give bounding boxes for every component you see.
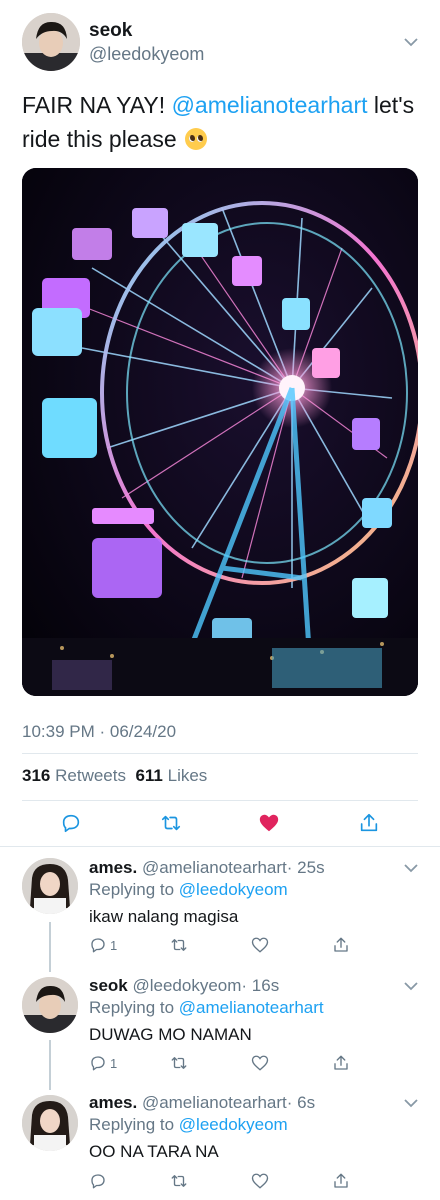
heart-icon [251,1055,269,1071]
tweet-text: FAIR NA YAY! @amelianotearhart let's rid… [22,88,422,156]
chevron-down-icon[interactable] [403,862,419,874]
reply-avatar-photo [22,1095,78,1151]
tweet-mention-link[interactable]: @amelianotearhart [172,92,368,118]
retweet-icon [171,1175,187,1187]
replying-to-mention[interactable]: @leedokyeom [179,1115,288,1134]
share-button[interactable] [332,1053,356,1073]
reply-author-handle: @amelianotearhart [141,858,287,877]
retweets-label: Retweets [55,766,126,785]
heart-icon [251,1173,269,1189]
retweet-button[interactable] [158,810,184,836]
tweet-timestamp[interactable]: 10:39 PM · 06/24/20 [22,722,176,742]
chevron-down-icon[interactable] [403,980,419,992]
divider [22,800,418,801]
replying-to-label: Replying to [89,880,175,899]
reply-text: OO NA TARA NA [89,1142,219,1161]
retweet-icon [171,939,187,951]
divider [0,846,440,847]
retweet-button[interactable] [170,935,194,955]
reply-author-name: ames. [89,1093,138,1112]
reply-author-name: ames. [89,858,138,877]
heart-icon [251,937,269,953]
pleading-face-emoji [185,128,208,150]
share-button[interactable] [332,935,356,955]
reply-button[interactable] [58,810,84,836]
reply-button[interactable]: 1 [89,1053,129,1073]
reply-text: DUWAG MO NAMAN [89,1025,252,1044]
reply-icon [91,938,105,953]
ferris-wheel-image [22,168,418,696]
like-button[interactable] [251,1053,275,1073]
likes-stat[interactable]: 611 Likes [135,766,207,785]
share-icon [334,937,348,952]
replying-to: Replying to @leedokyeom [89,880,288,900]
reply-time: · 6s [286,1093,316,1112]
share-icon [360,813,378,832]
retweet-button[interactable] [170,1171,194,1191]
heart-filled-icon [259,814,279,832]
chevron-down-icon[interactable] [403,1097,419,1109]
reply-author-handle: @leedokyeom [132,976,242,995]
divider [22,753,418,754]
reply-avatar-photo [22,858,78,914]
reply-avatar[interactable] [22,1095,78,1151]
tweet-photo[interactable] [22,168,418,696]
reply-button[interactable]: 1 [89,935,129,955]
like-button[interactable] [251,1171,275,1191]
replying-to-label: Replying to [89,998,175,1017]
reply-button[interactable] [89,1171,113,1191]
reply-author[interactable]: ames. @amelianotearhart· 25s [89,858,325,878]
like-button[interactable] [251,935,275,955]
reply-icon [91,1174,105,1189]
replying-to-mention[interactable]: @leedokyeom [179,880,288,899]
tweet-stats: 316 Retweets 611 Likes [22,766,207,786]
retweet-icon [161,815,181,831]
share-button[interactable] [356,810,382,836]
reply-avatar[interactable] [22,858,78,914]
author-name[interactable]: seok [89,20,132,42]
retweet-icon [171,1057,187,1069]
thread-connector [49,1040,51,1090]
like-button[interactable] [256,810,282,836]
reply-author-name: seok [89,976,128,995]
share-button[interactable] [332,1171,356,1191]
reply-author[interactable]: ames. @amelianotearhart· 6s [89,1093,315,1113]
share-icon [334,1055,348,1070]
reply-time: · 25s [286,858,325,877]
author-handle[interactable]: @leedokyeom [89,44,204,65]
thread-connector [49,922,51,972]
likes-label: Likes [167,766,208,785]
retweet-button[interactable] [170,1053,194,1073]
tweet-text-before: FAIR NA YAY! [22,92,172,118]
reply-count: 1 [110,937,118,953]
reply-icon [91,1056,105,1071]
reply-avatar[interactable] [22,977,78,1033]
reply-text: ikaw nalang magisa [89,907,239,926]
author-avatar[interactable] [22,13,80,71]
author-avatar-photo [22,13,80,71]
likes-count: 611 [135,766,163,785]
share-icon [334,1173,348,1188]
replying-to-mention[interactable]: @amelianotearhart [179,998,324,1017]
reply-time: · 16s [241,976,280,995]
retweets-stat[interactable]: 316 Retweets [22,766,126,785]
reply-author-handle: @amelianotearhart [141,1093,287,1112]
reply-avatar-photo [22,977,78,1033]
retweets-count: 316 [22,766,51,785]
chevron-down-icon[interactable] [403,36,419,48]
replying-to: Replying to @leedokyeom [89,1115,288,1135]
replying-to: Replying to @amelianotearhart [89,998,324,1018]
reply-author[interactable]: seok @leedokyeom· 16s [89,976,279,996]
replying-to-label: Replying to [89,1115,175,1134]
reply-icon [62,814,80,833]
reply-count: 1 [110,1055,118,1071]
